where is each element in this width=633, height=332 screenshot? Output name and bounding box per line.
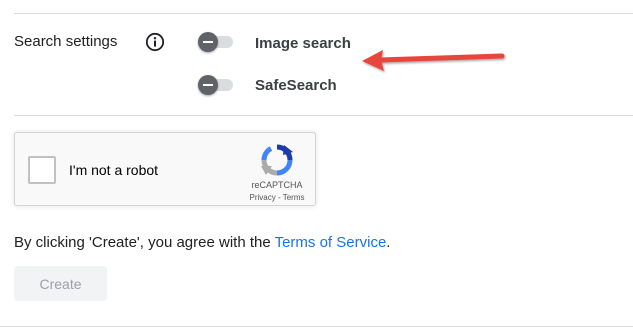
- terms-of-service-link[interactable]: Terms of Service: [275, 234, 387, 251]
- recaptcha-terms-link[interactable]: Terms: [283, 193, 305, 202]
- section-divider: [14, 115, 633, 116]
- agreement-suffix: .: [386, 234, 391, 251]
- red-arrow-annotation-icon: [362, 50, 505, 71]
- info-icon[interactable]: [145, 32, 165, 52]
- recaptcha-widget: I'm not a robot reCAPTCHA Privacy - Term…: [14, 132, 316, 206]
- create-button[interactable]: Create: [14, 266, 107, 301]
- terms-agreement-text: By clicking 'Create', you agree with the…: [14, 234, 390, 251]
- recaptcha-brand: reCAPTCHA: [251, 180, 303, 190]
- recaptcha-links: Privacy - Terms: [241, 193, 313, 202]
- toggle-knob: [198, 32, 218, 52]
- recaptcha-label: I'm not a robot: [69, 162, 159, 178]
- bottom-divider: [0, 326, 633, 327]
- top-divider: [14, 13, 633, 14]
- toggle-knob: [198, 75, 218, 95]
- image-search-toggle[interactable]: [197, 32, 237, 52]
- image-search-label: Image search: [255, 35, 351, 52]
- safesearch-toggle[interactable]: [197, 75, 237, 95]
- recaptcha-link-separator: -: [275, 193, 283, 202]
- recaptcha-checkbox[interactable]: [28, 156, 56, 184]
- safesearch-label: SafeSearch: [255, 77, 337, 94]
- recaptcha-privacy-link[interactable]: Privacy: [250, 193, 276, 202]
- recaptcha-logo-icon: [261, 144, 293, 176]
- search-settings-label: Search settings: [14, 33, 118, 50]
- agreement-prefix: By clicking 'Create', you agree with the: [14, 234, 275, 251]
